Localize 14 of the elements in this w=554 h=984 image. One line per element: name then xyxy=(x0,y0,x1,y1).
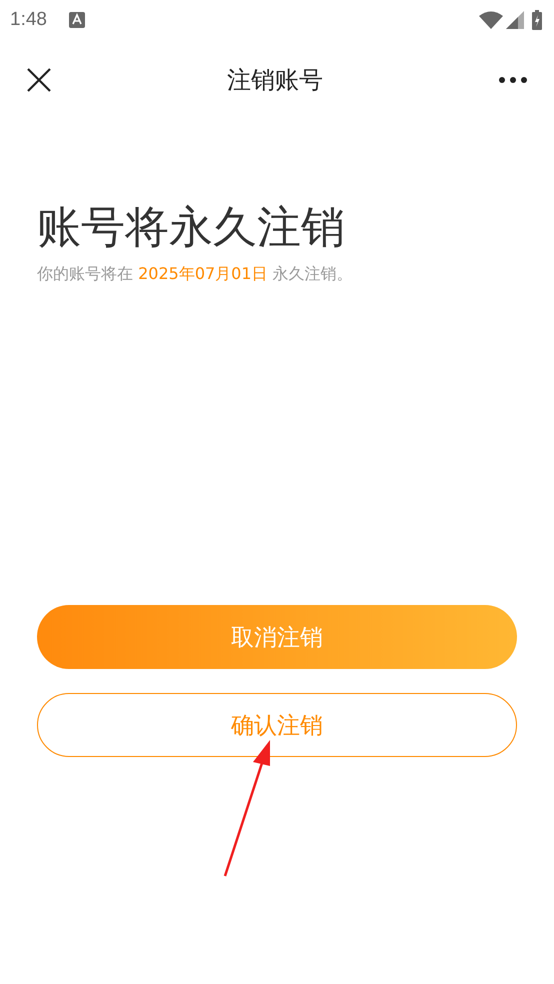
close-button[interactable] xyxy=(26,67,52,93)
wifi-icon xyxy=(479,11,503,29)
more-button[interactable] xyxy=(498,76,528,84)
signal-icon xyxy=(506,11,524,29)
status-time: 1:48 xyxy=(10,9,47,31)
heading: 账号将永久注销 xyxy=(37,201,346,255)
cancel-button[interactable]: 取消注销 xyxy=(37,605,517,669)
close-icon xyxy=(26,67,52,93)
battery-icon xyxy=(532,10,542,30)
more-icon xyxy=(498,76,528,84)
page-title: 注销账号 xyxy=(227,65,323,96)
confirm-button[interactable]: 确认注销 xyxy=(37,693,517,757)
keyboard-icon xyxy=(68,12,85,28)
notice-text: 你的账号将在 2025年07月01日 永久注销。 xyxy=(37,264,354,285)
